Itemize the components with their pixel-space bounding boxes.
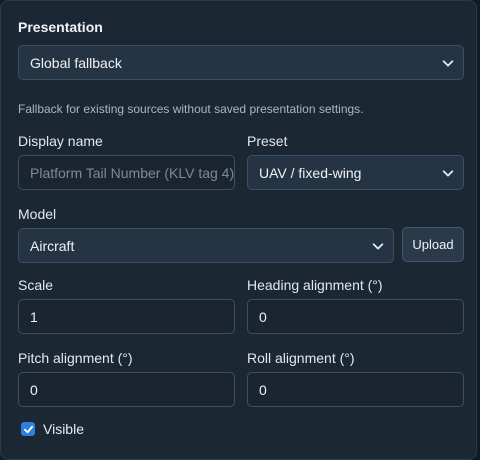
preset-label: Preset (247, 133, 288, 149)
section-title: Presentation (18, 19, 103, 35)
chevron-down-icon (442, 59, 454, 66)
visible-toggle[interactable]: Visible (21, 421, 84, 437)
upload-button[interactable]: Upload (402, 227, 464, 262)
chevron-down-icon (442, 169, 454, 176)
visible-label: Visible (43, 421, 84, 437)
presentation-panel: Presentation Global fallback Fallback fo… (0, 0, 477, 460)
scale-value: 1 (30, 308, 38, 325)
roll-alignment-value: 0 (259, 381, 267, 398)
source-select-value: Global fallback (30, 54, 122, 71)
preset-select[interactable]: UAV / fixed-wing (247, 155, 464, 190)
source-select[interactable]: Global fallback (18, 45, 464, 80)
model-select[interactable]: Aircraft (18, 228, 394, 263)
pitch-alignment-label: Pitch alignment (°) (18, 350, 133, 366)
preset-select-value: UAV / fixed-wing (259, 164, 362, 181)
heading-alignment-value: 0 (259, 308, 267, 325)
checkmark-icon (23, 425, 33, 433)
heading-alignment-input[interactable]: 0 (247, 299, 464, 334)
scale-label: Scale (18, 277, 54, 293)
roll-alignment-input[interactable]: 0 (247, 372, 464, 407)
visible-checkbox[interactable] (21, 422, 35, 436)
pitch-alignment-value: 0 (30, 381, 38, 398)
display-name-placeholder: Platform Tail Number (KLV tag 4) (30, 164, 235, 181)
display-name-label: Display name (18, 133, 103, 149)
display-name-input[interactable]: Platform Tail Number (KLV tag 4) (18, 155, 235, 190)
pitch-alignment-input[interactable]: 0 (18, 372, 235, 407)
help-text: Fallback for existing sources without sa… (18, 102, 364, 116)
heading-alignment-label: Heading alignment (°) (247, 277, 383, 293)
model-label: Model (18, 206, 57, 222)
model-select-value: Aircraft (30, 237, 75, 254)
roll-alignment-label: Roll alignment (°) (247, 350, 355, 366)
chevron-down-icon (372, 242, 384, 249)
scale-input[interactable]: 1 (18, 299, 235, 334)
